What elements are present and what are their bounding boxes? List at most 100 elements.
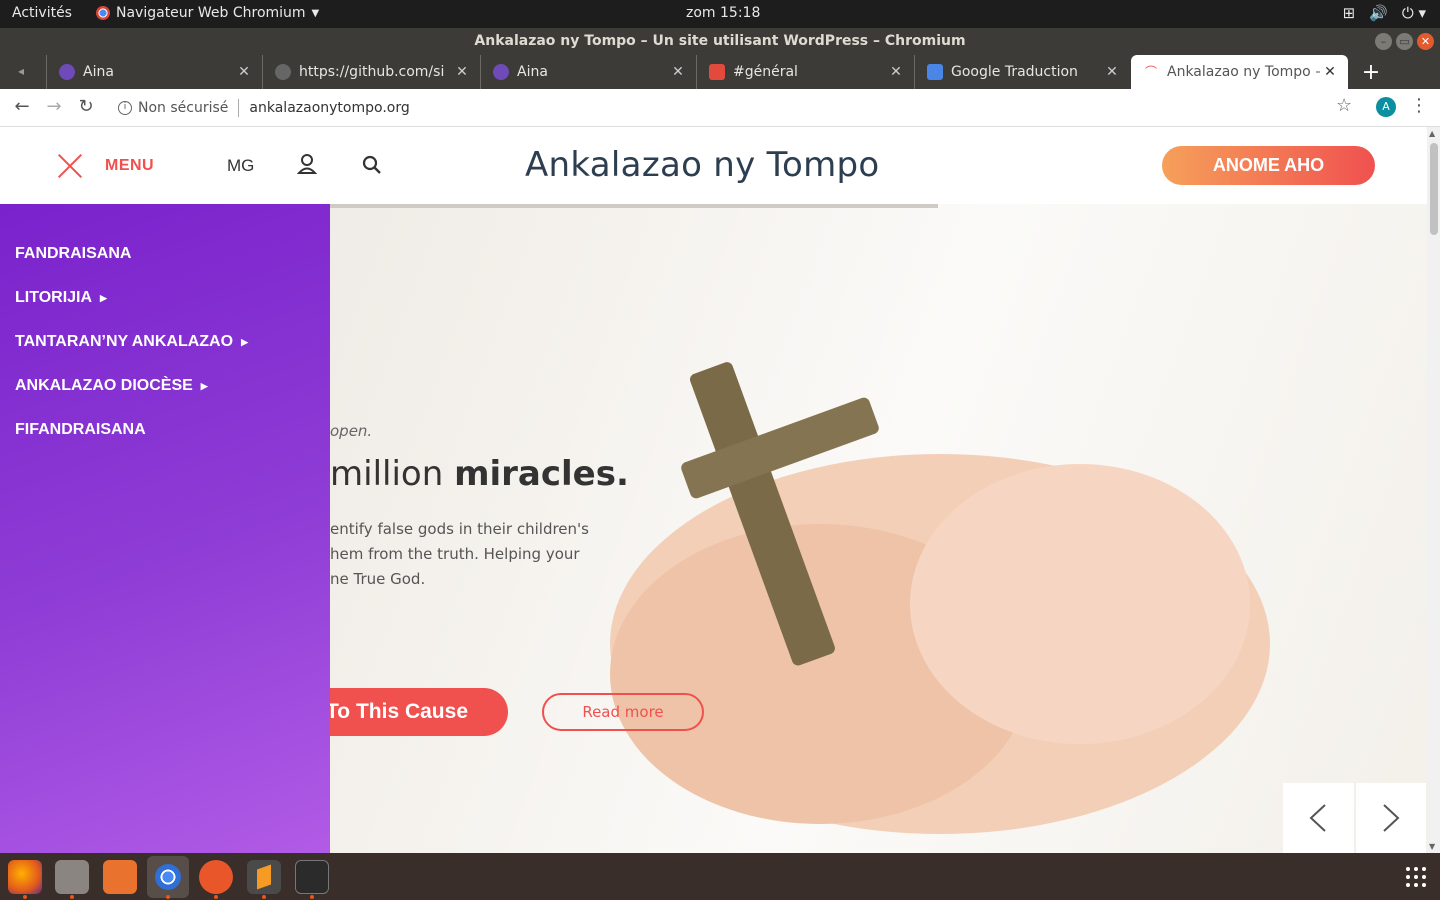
tab-audio-icon[interactable]: ◂ — [18, 64, 24, 78]
language-switcher[interactable]: MG — [227, 156, 254, 176]
hands-cross-image — [610, 362, 1270, 834]
app-menu-label: Navigateur Web Chromium — [116, 5, 306, 21]
scrollbar-thumb[interactable] — [1430, 143, 1438, 235]
headline-bold: miracles. — [454, 454, 629, 494]
address-bar[interactable]: i Non sécurisé ankalazaonytompo.org — [118, 99, 410, 117]
menu-item-diocese[interactable]: ANKALAZAO DIOCÈSE ▶ — [0, 364, 330, 408]
chevron-right-icon — [1383, 804, 1400, 832]
tab-label: Ankalazao ny Tompo – — [1167, 64, 1320, 80]
minimize-icon[interactable]: – — [1375, 33, 1392, 50]
description-line: entify false gods in their children's — [330, 520, 589, 538]
tab-aina-1[interactable]: Aina ✕ — [46, 55, 262, 89]
search-icon[interactable] — [362, 155, 382, 175]
sublime-logo — [257, 864, 271, 890]
forward-icon[interactable]: → — [42, 96, 66, 117]
info-icon[interactable]: i — [118, 101, 132, 115]
slide-description: entify false gods in their children's he… — [330, 517, 590, 592]
profile-avatar[interactable]: A — [1376, 97, 1396, 117]
slide-headline: million miracles. — [330, 454, 629, 494]
more-menu-icon[interactable]: ⋮ — [1410, 95, 1428, 116]
tab-close-icon[interactable]: ✕ — [668, 64, 688, 80]
slider-prev-button[interactable] — [1283, 783, 1354, 853]
tab-label: Google Traduction — [951, 64, 1078, 80]
volume-icon: 🔊 — [1369, 4, 1388, 22]
menu-item-label: TANTARAN’NY ANKALAZAO — [15, 333, 234, 350]
close-window-icon[interactable]: ✕ — [1417, 33, 1434, 50]
system-tray[interactable]: ⊞ 🔊 ⏻ ▾ — [1343, 4, 1426, 22]
scroll-up-icon[interactable]: ▲ — [1429, 129, 1435, 138]
menu-item-fifandraisana[interactable]: FIFANDRAISANA — [0, 408, 330, 452]
caret-right-icon: ▶ — [241, 336, 248, 347]
chevron-down-icon: ▼ — [311, 7, 320, 19]
gnome-top-bar: Activités Navigateur Web Chromium ▼ zom … — [0, 0, 1440, 28]
tab-google-translate[interactable]: Google Traduction ✕ — [914, 55, 1130, 89]
user-icon[interactable] — [297, 153, 317, 175]
tab-close-icon[interactable]: ✕ — [452, 64, 472, 80]
chevron-left-icon — [1309, 804, 1326, 832]
tab-aina-2[interactable]: Aina ✕ — [480, 55, 696, 89]
scroll-down-icon[interactable]: ▼ — [1429, 842, 1435, 851]
headline-light: million — [330, 454, 455, 494]
activities-button[interactable]: Activités — [12, 5, 72, 21]
window-controls: – ▭ ✕ — [1375, 33, 1434, 50]
running-indicator — [262, 895, 266, 899]
sublime-text-icon[interactable] — [247, 860, 281, 894]
menu-item-label: FIFANDRAISANA — [15, 421, 146, 438]
new-tab-button[interactable]: + — [1360, 60, 1382, 85]
back-icon[interactable]: ← — [10, 96, 34, 117]
url-text[interactable]: ankalazaonytompo.org — [249, 100, 409, 116]
tab-close-icon[interactable]: ✕ — [1102, 64, 1122, 80]
bookmark-star-icon[interactable]: ☆ — [1336, 95, 1352, 116]
donate-button[interactable]: ANOME AHO — [1162, 146, 1375, 185]
menu-item-label: LITORIJIA — [15, 289, 93, 306]
show-applications-icon[interactable] — [1406, 867, 1426, 887]
reload-icon[interactable]: ↻ — [74, 96, 98, 117]
read-more-button[interactable]: Read more — [542, 693, 704, 731]
site-title[interactable]: Ankalazao ny Tompo — [525, 145, 879, 185]
caret-right-icon: ▶ — [100, 292, 107, 303]
menu-item-litorijia[interactable]: LITORIJIA ▶ — [0, 276, 330, 320]
postman-icon[interactable] — [199, 860, 233, 894]
network-icon: ⊞ — [1342, 4, 1356, 22]
slide-progress-bar — [330, 204, 938, 208]
menu-item-fandraisana[interactable]: FANDRAISANA — [0, 232, 330, 276]
running-indicator — [166, 895, 170, 899]
app-menu[interactable]: Navigateur Web Chromium ▼ — [96, 5, 319, 21]
tab-strip: ◂ Aina ✕ https://github.com/si ✕ Aina ✕ … — [0, 55, 1440, 89]
caret-right-icon: ▶ — [200, 380, 208, 391]
chat-favicon-icon — [709, 64, 725, 80]
tab-label: Aina — [83, 64, 114, 80]
close-menu-icon[interactable] — [57, 153, 83, 179]
maximize-icon[interactable]: ▭ — [1396, 33, 1413, 50]
description-line: hem from the truth. Helping your — [330, 545, 580, 563]
divider — [238, 99, 240, 117]
ubuntu-dock — [0, 853, 1440, 900]
description-line: ne True God. — [330, 570, 426, 588]
slider-next-button[interactable] — [1355, 783, 1426, 853]
tab-label: #général — [733, 64, 798, 80]
power-icon: ⏻ ▾ — [1401, 4, 1426, 22]
translate-favicon-icon — [927, 64, 943, 80]
menu-item-tantara[interactable]: TANTARAN’NY ANKALAZAO ▶ — [0, 320, 330, 364]
site-favicon-icon: ⌒ — [1144, 65, 1157, 79]
clock[interactable]: zom 15:18 — [686, 5, 760, 21]
tab-close-icon[interactable]: ✕ — [886, 64, 906, 80]
tab-label: Aina — [517, 64, 548, 80]
menu-toggle-label[interactable]: MENU — [105, 157, 154, 175]
tab-github[interactable]: https://github.com/si ✕ — [262, 55, 480, 89]
software-center-icon[interactable] — [103, 860, 137, 894]
security-label[interactable]: Non sécurisé — [138, 100, 228, 116]
running-indicator — [23, 895, 27, 899]
aina-favicon-icon — [59, 64, 75, 80]
terminal-icon[interactable] — [295, 860, 329, 894]
tab-close-icon[interactable]: ✕ — [1320, 64, 1340, 80]
tab-general[interactable]: #général ✕ — [696, 55, 914, 89]
running-indicator — [310, 895, 314, 899]
tab-ankalazao[interactable]: ⌒ Ankalazao ny Tompo – ✕ — [1131, 55, 1348, 89]
firefox-icon[interactable] — [8, 860, 42, 894]
web-page: MENU MG Ankalazao ny Tompo ANOME AHO ope… — [0, 127, 1427, 853]
files-icon[interactable] — [55, 860, 89, 894]
chromium-dock-icon[interactable] — [147, 856, 189, 898]
tab-close-icon[interactable]: ✕ — [234, 64, 254, 80]
page-scrollbar[interactable]: ▲ ▼ — [1427, 127, 1440, 853]
